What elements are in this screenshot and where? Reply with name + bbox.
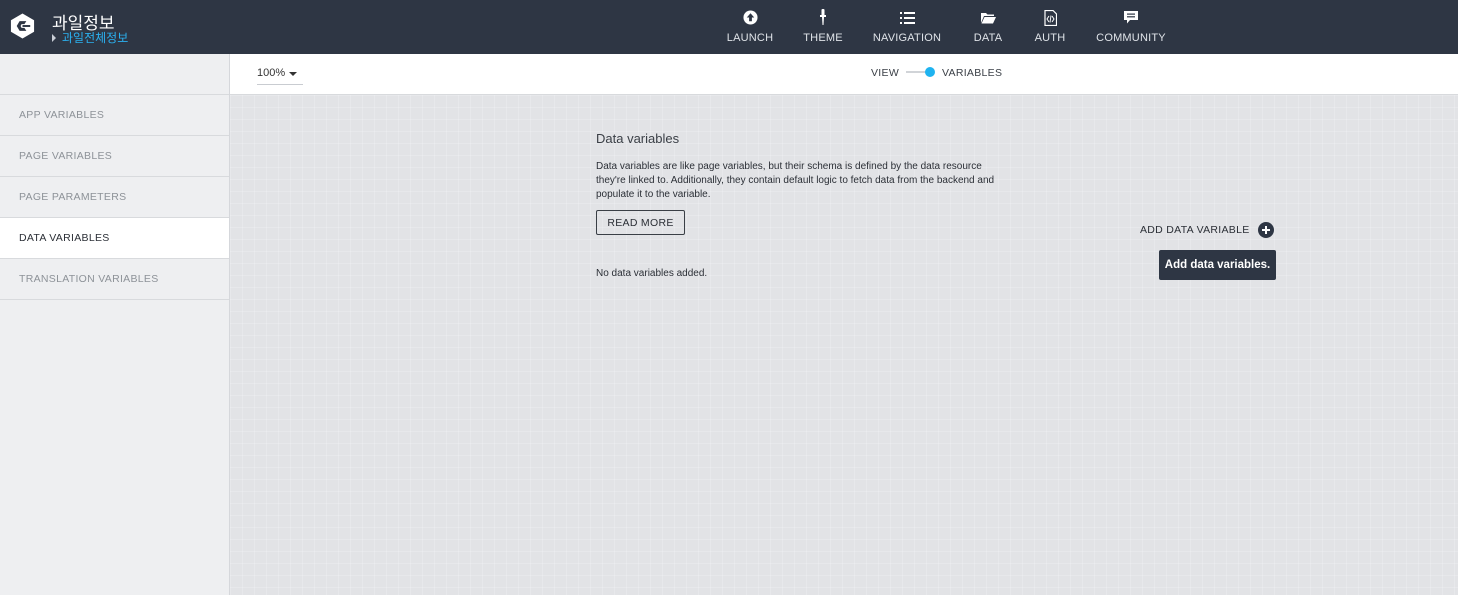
app-logo-icon[interactable] bbox=[9, 12, 36, 40]
section-description: Data variables are like page variables, … bbox=[596, 161, 995, 200]
plus-circle-icon[interactable] bbox=[1257, 222, 1274, 238]
upload-icon bbox=[742, 10, 758, 25]
toolbar: 100% VIEW VARIABLES bbox=[230, 54, 1458, 95]
nav-auth[interactable]: AUTH bbox=[1031, 0, 1069, 54]
read-more-button[interactable]: READ MORE bbox=[596, 210, 685, 235]
breadcrumb[interactable]: 과일전체정보 bbox=[52, 29, 128, 46]
code-file-icon bbox=[1043, 9, 1057, 26]
chat-icon bbox=[1124, 11, 1138, 24]
sidebar-item-data-variables[interactable]: DATA VARIABLES bbox=[0, 218, 229, 259]
tooltip: Add data variables. bbox=[1159, 250, 1276, 280]
nav-auth-label: AUTH bbox=[1034, 32, 1066, 44]
nav-launch[interactable]: LAUNCH bbox=[724, 0, 776, 54]
breadcrumb-page[interactable]: 과일전체정보 bbox=[62, 29, 128, 46]
nav-community[interactable]: COMMUNITY bbox=[1095, 0, 1167, 54]
main-canvas: Data variables Data variables are like p… bbox=[230, 95, 1458, 595]
variables-toggle-label[interactable]: VARIABLES bbox=[942, 67, 1002, 79]
nav-community-label: COMMUNITY bbox=[1096, 32, 1166, 44]
list-icon bbox=[899, 11, 915, 24]
sidebar-item-page-parameters[interactable]: PAGE PARAMETERS bbox=[0, 177, 229, 218]
sidebar-header bbox=[0, 54, 229, 95]
nav-navigation[interactable]: NAVIGATION bbox=[871, 0, 943, 54]
brush-icon bbox=[820, 9, 826, 25]
nav-theme[interactable]: THEME bbox=[801, 0, 845, 54]
sidebar-item-app-variables[interactable]: APP VARIABLES bbox=[0, 95, 229, 136]
zoom-value: 100% bbox=[257, 67, 286, 79]
empty-state-message: No data variables added. bbox=[596, 268, 708, 279]
zoom-select[interactable]: 100% bbox=[257, 67, 303, 85]
nav-launch-label: LAUNCH bbox=[726, 32, 774, 44]
add-data-variable-label: ADD DATA VARIABLE bbox=[1140, 224, 1250, 236]
sidebar: APP VARIABLES PAGE VARIABLES PAGE PARAME… bbox=[0, 54, 230, 595]
view-toggle-label[interactable]: VIEW bbox=[871, 67, 899, 79]
top-bar: 과일정보 과일전체정보 LAUNCH THEME NAVIGATION DATA… bbox=[0, 0, 1458, 54]
view-toggle-knob[interactable] bbox=[925, 67, 935, 77]
sidebar-item-translation-variables[interactable]: TRANSLATION VARIABLES bbox=[0, 259, 229, 300]
nav-data-label: DATA bbox=[973, 32, 1003, 44]
nav-navigation-label: NAVIGATION bbox=[872, 32, 942, 44]
sidebar-item-page-variables[interactable]: PAGE VARIABLES bbox=[0, 136, 229, 177]
add-data-variable-button[interactable]: ADD DATA VARIABLE bbox=[1140, 222, 1274, 238]
caret-right-icon bbox=[52, 33, 56, 42]
nav-data[interactable]: DATA bbox=[970, 0, 1006, 54]
caret-down-icon bbox=[289, 72, 298, 76]
section-title: Data variables bbox=[596, 131, 680, 146]
nav-theme-label: THEME bbox=[803, 32, 843, 44]
folder-icon bbox=[980, 12, 996, 23]
